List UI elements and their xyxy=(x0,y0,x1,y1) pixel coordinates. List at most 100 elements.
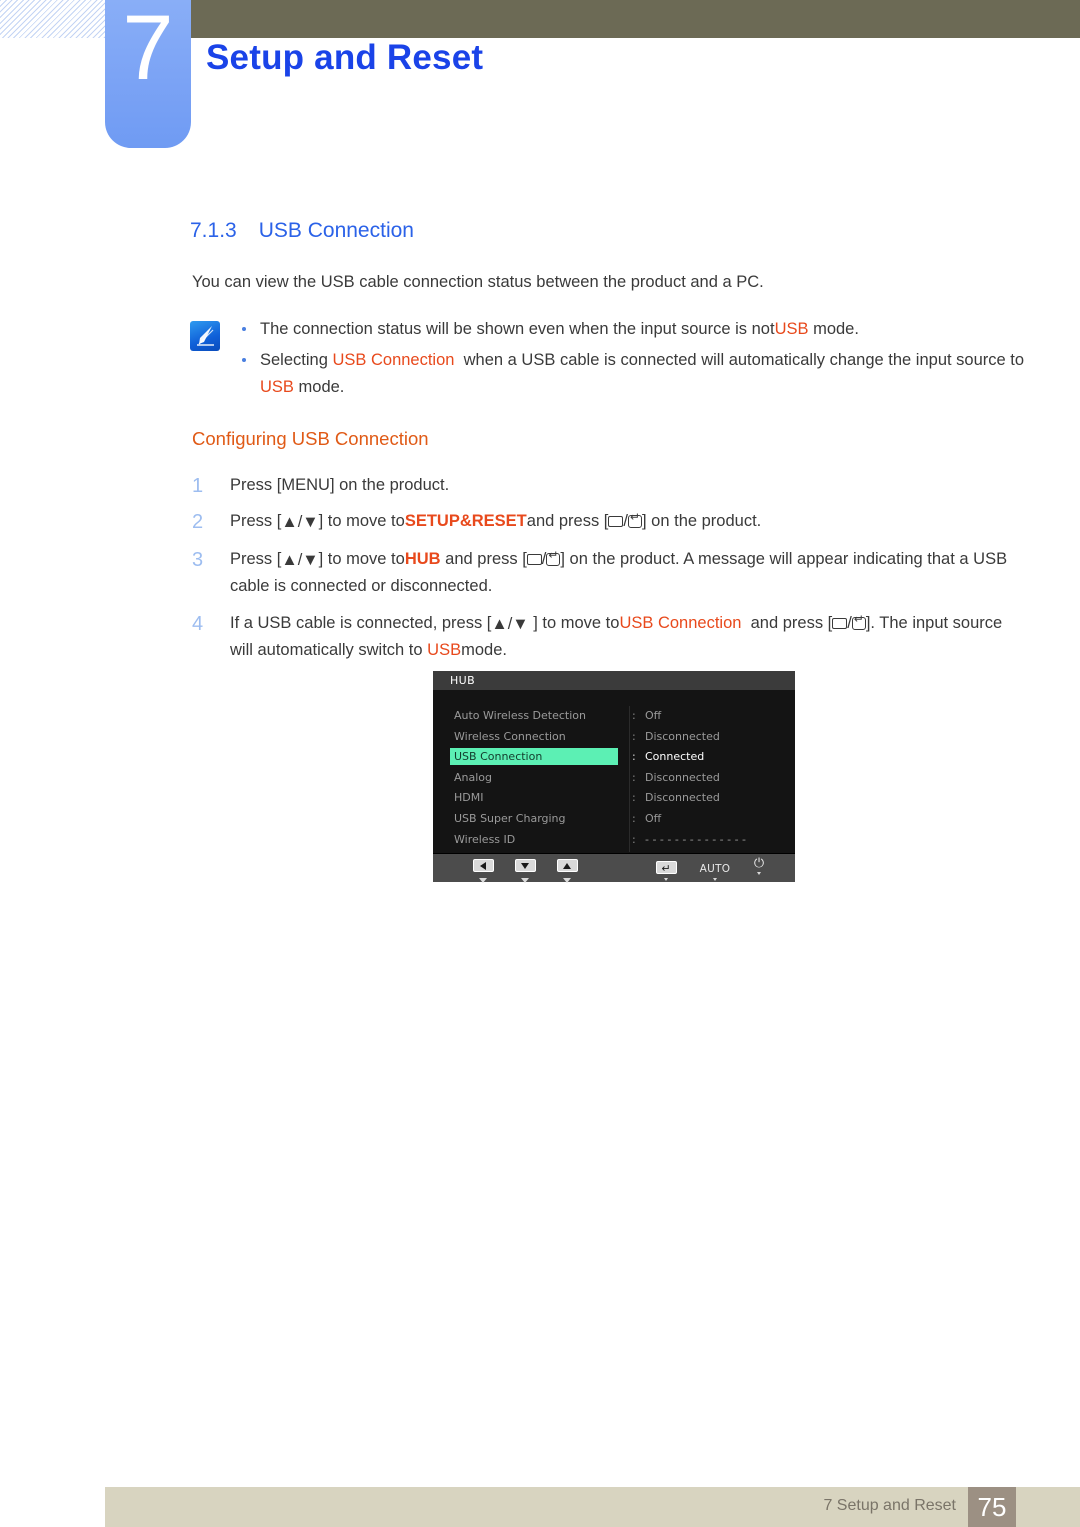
left-arrow-icon xyxy=(472,859,494,872)
note-list: The connection status will be shown even… xyxy=(238,316,1028,406)
osd-colon: : xyxy=(632,770,636,784)
osd-button-bar: ↵ AUTO ⏻ xyxy=(433,853,795,883)
menu-key-label: MENU xyxy=(281,476,330,494)
enter-key-icon xyxy=(851,613,866,630)
chapter-number: 7 xyxy=(122,0,174,99)
osd-colon: : xyxy=(632,832,636,846)
up-down-arrow-icon: ▲/▼ xyxy=(281,513,319,532)
osd-label-selected: USB Connection xyxy=(450,748,618,766)
osd-colon: : xyxy=(632,811,636,825)
enter-key-icon xyxy=(546,549,561,566)
usb-label: USB xyxy=(427,640,462,659)
enter-button[interactable]: ↵ xyxy=(646,857,686,881)
step-text: Press [▲/▼] to move toHUB and press [/] … xyxy=(230,549,1007,595)
footer-chapter-label: 7 Setup and Reset xyxy=(823,1497,956,1514)
osd-row-wireless-id[interactable]: Wireless ID : - - - - - - - - - - - - - … xyxy=(433,830,795,851)
up-down-arrow-icon: ▲/▼ xyxy=(281,550,319,569)
source-key-icon xyxy=(526,553,542,565)
osd-row-list: Auto Wireless Detection : Off Wireless C… xyxy=(433,690,795,852)
osd-value: Disconnected xyxy=(645,770,720,784)
source-key-icon xyxy=(832,617,848,629)
decorative-hatch-pattern xyxy=(0,0,108,38)
procedure-heading: Configuring USB Connection xyxy=(192,428,429,449)
osd-row-auto-wireless-detection[interactable]: Auto Wireless Detection : Off xyxy=(433,706,795,727)
button-tick-icon xyxy=(757,872,761,875)
note-text-1b: mode. xyxy=(808,320,859,338)
usb-connection-label: USB Connection xyxy=(619,613,742,632)
osd-value: - - - - - - - - - - - - - - xyxy=(645,832,747,846)
section-heading: 7.1.3 USB Connection xyxy=(190,219,414,243)
auto-label: AUTO xyxy=(699,863,731,875)
power-icon: ⏻ xyxy=(753,856,765,871)
osd-value: Off xyxy=(645,709,662,722)
note-text-1a: The connection status will be shown even… xyxy=(260,320,775,338)
osd-label: Auto Wireless Detection xyxy=(454,709,586,722)
auto-button[interactable]: AUTO xyxy=(695,857,735,881)
note-text-2b: when a USB cable is connected will autom… xyxy=(454,351,1025,370)
step-number: 1 xyxy=(192,475,204,497)
osd-colon: : xyxy=(632,750,636,764)
section-intro-paragraph: You can view the USB cable connection st… xyxy=(192,273,764,291)
button-tick-icon xyxy=(563,878,571,883)
osd-value: Disconnected xyxy=(645,729,720,743)
step-2: 2 Press [▲/▼] to move toSETUP&RESETand p… xyxy=(192,508,1022,535)
up-arrow-button[interactable] xyxy=(547,857,587,883)
note-highlight-usb-connection: USB Connection xyxy=(332,351,455,370)
source-key-icon xyxy=(608,516,624,528)
procedure-steps: 1 Press [MENU] on the product. 2 Press [… xyxy=(192,472,1022,673)
osd-label: HDMI xyxy=(454,791,484,805)
osd-row-analog[interactable]: Analog : Disconnected xyxy=(433,768,795,789)
enter-icon: ↵ xyxy=(655,861,677,875)
section-number: 7.1.3 xyxy=(190,219,237,242)
osd-row-wireless-connection[interactable]: Wireless Connection : Disconnected xyxy=(433,727,795,748)
step-number: 4 xyxy=(192,612,204,635)
osd-row-hdmi[interactable]: HDMI : Disconnected xyxy=(433,788,795,809)
osd-colon: : xyxy=(632,791,636,805)
osd-menu-screenshot: HUB Auto Wireless Detection : Off Wirele… xyxy=(433,671,795,883)
bullet-dot-icon xyxy=(242,327,246,331)
footer-page-number: 75 xyxy=(968,1487,1016,1527)
step-text: Press [MENU] on the product. xyxy=(230,476,450,494)
up-down-arrow-icon: ▲/▼ xyxy=(491,614,529,633)
down-arrow-icon xyxy=(514,859,536,872)
enter-glyph: ↵ xyxy=(661,862,671,875)
button-tick-icon xyxy=(713,878,717,881)
note-item: Selecting USB Connection when a USB cabl… xyxy=(238,347,1028,401)
enter-key-icon xyxy=(628,511,642,529)
down-arrow-button[interactable] xyxy=(505,857,545,883)
osd-colon: : xyxy=(632,729,636,743)
setup-reset-label: SETUP&RESET xyxy=(404,512,527,531)
osd-row-usb-super-charging[interactable]: USB Super Charging : Off xyxy=(433,809,795,830)
osd-value: Disconnected xyxy=(645,791,720,805)
osd-value: Off xyxy=(645,811,662,825)
hub-label: HUB xyxy=(404,549,441,568)
osd-label: Wireless ID xyxy=(454,832,516,846)
button-tick-icon xyxy=(664,878,668,881)
step-number: 3 xyxy=(192,548,204,571)
osd-row-usb-connection[interactable]: USB Connection : Connected xyxy=(433,747,795,768)
header-olive-bar xyxy=(190,0,1080,38)
note-highlight-usb: USB xyxy=(774,320,809,338)
step-1: 1 Press [MENU] on the product. xyxy=(192,472,1022,498)
section-title: USB Connection xyxy=(258,219,414,242)
osd-label: Wireless Connection xyxy=(454,729,566,743)
step-4: 4 If a USB cable is connected, press [▲/… xyxy=(192,610,1022,664)
left-arrow-button[interactable] xyxy=(463,857,503,883)
step-text: If a USB cable is connected, press [▲/▼ … xyxy=(230,613,1002,659)
step-3: 3 Press [▲/▼] to move toHUB and press [/… xyxy=(192,546,1022,600)
bullet-dot-icon xyxy=(242,358,246,363)
note-text-2a: Selecting xyxy=(260,351,333,370)
chapter-title: Setup and Reset xyxy=(206,38,484,77)
button-tick-icon xyxy=(479,878,487,883)
osd-value: Connected xyxy=(645,750,705,764)
note-text-2c: mode. xyxy=(293,378,345,397)
step-text: Press [▲/▼] to move toSETUP&RESETand pre… xyxy=(230,511,761,531)
note-item: The connection status will be shown even… xyxy=(238,316,1028,343)
step-number: 2 xyxy=(192,511,204,534)
button-tick-icon xyxy=(521,878,529,883)
osd-label: USB Super Charging xyxy=(454,811,566,825)
power-button[interactable]: ⏻ xyxy=(739,857,779,875)
osd-title: HUB xyxy=(433,671,795,690)
chapter-badge: 7 xyxy=(105,0,191,148)
note-highlight-usb-2: USB xyxy=(260,378,294,397)
